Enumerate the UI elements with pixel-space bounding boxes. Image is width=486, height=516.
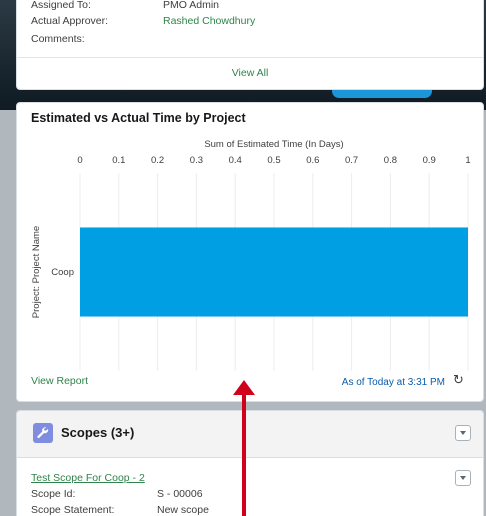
- view-all-link[interactable]: View All: [17, 57, 483, 89]
- wrench-icon: [33, 423, 53, 443]
- scopes-card: Scopes (3+) Test Scope For Coop - 2 Scop…: [16, 410, 484, 516]
- x-tick-label: 0.8: [384, 155, 397, 166]
- refresh-icon[interactable]: ↻: [453, 373, 467, 387]
- x-tick-label: 0.6: [306, 155, 319, 166]
- actual-approver-label: Actual Approver:: [31, 15, 109, 27]
- chart-svg: Sum of Estimated Time (In Days) 0 0.1 0.2 0.…: [31, 139, 471, 371]
- x-tick-label: 0.5: [267, 155, 280, 166]
- scope-list-item: Test Scope For Coop - 2 Scope Id: S - 00…: [17, 457, 483, 516]
- chart-card: Estimated vs Actual Time by Project Sum …: [16, 102, 484, 402]
- annotation-arrow-head: [233, 380, 255, 395]
- view-report-link[interactable]: View Report: [31, 375, 88, 387]
- scope-id-label: Scope Id:: [31, 488, 76, 500]
- scope-id-value: S - 00006: [157, 488, 203, 500]
- x-tick-label: 1: [465, 155, 470, 166]
- annotation-arrow-shaft: [242, 392, 246, 516]
- x-tick-label: 0.4: [229, 155, 242, 166]
- assigned-to-value: PMO Admin: [163, 0, 220, 11]
- scopes-title[interactable]: Scopes (3+): [61, 425, 134, 440]
- assigned-to-label: Assigned To:: [31, 0, 91, 11]
- scopes-menu-button[interactable]: [455, 425, 471, 441]
- scopes-header: Scopes (3+): [17, 411, 483, 457]
- scope-item-link[interactable]: Test Scope For Coop - 2: [31, 472, 145, 484]
- x-tick-label: 0.2: [151, 155, 164, 166]
- bar-coop: [80, 227, 468, 317]
- comments-label: Comments:: [31, 33, 85, 45]
- scope-item-menu-button[interactable]: [455, 470, 471, 486]
- as-of-timestamp: As of Today at 3:31 PM: [341, 377, 445, 388]
- x-tick-label: 0.3: [190, 155, 203, 166]
- actual-approver-link[interactable]: Rashed Chowdhury: [163, 15, 255, 27]
- x-axis-title: Sum of Estimated Time (In Days): [204, 139, 343, 150]
- scope-statement-label: Scope Statement:: [31, 504, 115, 516]
- x-tick-label: 0.7: [345, 155, 358, 166]
- scope-statement-value: New scope: [157, 504, 209, 516]
- approval-card: Assigned To: PMO Admin Actual Approver: …: [16, 0, 484, 90]
- x-tick-label: 0: [77, 155, 82, 166]
- y-axis-title: Project: Project Name: [31, 226, 42, 318]
- x-tick-label: 0.1: [112, 155, 125, 166]
- y-category-label: Coop: [51, 267, 74, 278]
- x-tick-label: 0.9: [423, 155, 436, 166]
